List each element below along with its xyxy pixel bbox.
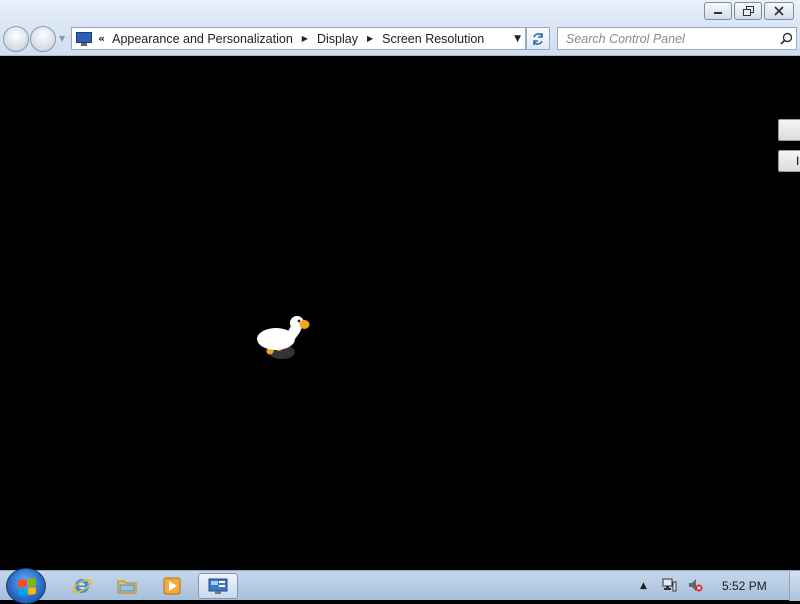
refresh-button[interactable] bbox=[526, 27, 550, 50]
search-input[interactable] bbox=[558, 28, 776, 49]
search-icon[interactable] bbox=[776, 32, 796, 45]
show-hidden-icons-button[interactable]: ▲ bbox=[640, 581, 647, 591]
detect-button[interactable] bbox=[778, 119, 800, 141]
desktop-goose[interactable] bbox=[254, 312, 314, 367]
start-button[interactable] bbox=[6, 568, 46, 604]
media-player-icon bbox=[163, 577, 181, 595]
identify-button[interactable]: I bbox=[778, 150, 800, 172]
taskbar-control-panel[interactable] bbox=[198, 573, 238, 599]
restore-icon bbox=[742, 6, 754, 16]
control-panel-icon bbox=[208, 578, 228, 594]
taskbar-media-player[interactable] bbox=[152, 573, 192, 599]
taskbar: ▲ 5:52 PM bbox=[0, 568, 800, 604]
restore-button[interactable] bbox=[734, 2, 762, 20]
content-area: I bbox=[0, 57, 800, 570]
volume-muted-icon[interactable] bbox=[687, 577, 703, 596]
back-arrow-icon bbox=[4, 27, 30, 53]
close-icon bbox=[774, 6, 784, 16]
breadcrumb-overflow[interactable]: « bbox=[98, 32, 105, 45]
internet-explorer-icon bbox=[72, 579, 92, 593]
breadcrumb-arrow-icon[interactable]: ▶ bbox=[367, 34, 373, 43]
windows-logo-icon bbox=[18, 578, 36, 596]
network-icon[interactable] bbox=[661, 577, 677, 596]
forward-arrow-icon bbox=[31, 27, 57, 53]
address-bar[interactable]: « Appearance and Personalization ▶ Displ… bbox=[71, 27, 526, 50]
breadcrumb-screen-resolution[interactable]: Screen Resolution bbox=[382, 32, 484, 46]
taskbar-clock[interactable]: 5:52 PM bbox=[722, 579, 767, 593]
system-tray: ▲ bbox=[640, 571, 703, 601]
display-settings-icon bbox=[76, 31, 92, 46]
minimize-button[interactable] bbox=[704, 2, 732, 20]
show-desktop-button[interactable] bbox=[789, 571, 800, 601]
breadcrumb-display[interactable]: Display bbox=[317, 32, 358, 46]
close-button[interactable] bbox=[764, 2, 794, 20]
refresh-icon bbox=[533, 32, 543, 45]
taskbar-windows-explorer[interactable] bbox=[107, 573, 147, 599]
breadcrumb-appearance[interactable]: Appearance and Personalization bbox=[112, 32, 293, 46]
caption-buttons bbox=[704, 2, 794, 20]
breadcrumb-arrow-icon[interactable]: ▶ bbox=[302, 34, 308, 43]
back-button[interactable] bbox=[3, 26, 29, 52]
address-dropdown-icon[interactable]: ▼ bbox=[514, 34, 521, 44]
recent-pages-dropdown[interactable]: ▼ bbox=[59, 34, 65, 43]
search-box[interactable] bbox=[557, 27, 797, 50]
navigation-bar: ▼ « Appearance and Personalization ▶ Dis… bbox=[0, 24, 800, 56]
forward-button[interactable] bbox=[30, 26, 56, 52]
windows-explorer-icon bbox=[117, 580, 137, 594]
minimize-icon bbox=[714, 12, 722, 14]
control-panel-window: ▼ « Appearance and Personalization ▶ Dis… bbox=[0, 0, 800, 570]
title-bar[interactable] bbox=[0, 0, 800, 24]
taskbar-internet-explorer[interactable] bbox=[62, 573, 102, 599]
